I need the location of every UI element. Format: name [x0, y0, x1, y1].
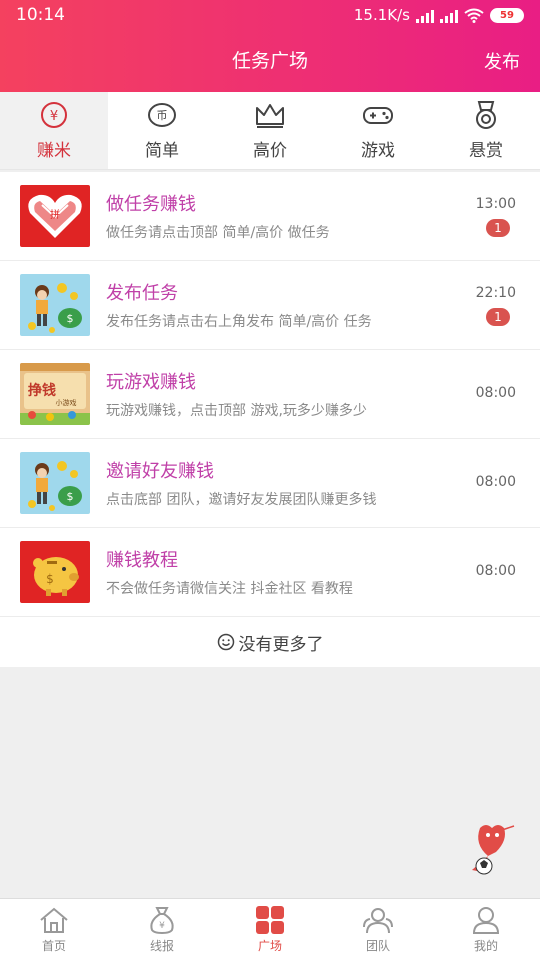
nav-home[interactable]: 首页	[0, 899, 108, 960]
svg-text:$: $	[46, 572, 54, 586]
task-time: 13:00	[475, 196, 516, 212]
nav-label: 线报	[149, 939, 174, 953]
task-title: 玩游戏赚钱	[106, 372, 196, 393]
category-tabs: ¥ 赚米 币 简单 高价 游戏 悬赏	[0, 92, 540, 170]
bottom-nav: 首页 ¥ 线报 广场 团队 我的	[0, 898, 540, 960]
nav-team[interactable]: 团队	[324, 899, 432, 960]
task-time: 08:00	[475, 474, 516, 490]
tab-label: 赚米	[37, 141, 71, 161]
tab-reward[interactable]: 悬赏	[432, 92, 540, 169]
task-item[interactable]: 拼 做任务赚钱 做任务请点击顶部 简单/高价 做任务 13:00 1	[0, 172, 540, 261]
smile-icon	[217, 633, 234, 651]
task-description: 做任务请点击顶部 简单/高价 做任务	[106, 225, 330, 241]
tab-earn[interactable]: ¥ 赚米	[0, 92, 108, 169]
nav-news[interactable]: ¥ 线报	[108, 899, 216, 960]
task-description: 玩游戏赚钱，点击顶部 游戏,玩多少赚多少	[106, 403, 367, 419]
no-more-text: 没有更多了	[238, 634, 324, 655]
nav-label: 团队	[365, 939, 390, 953]
signal-icon	[416, 8, 434, 23]
task-time: 08:00	[475, 385, 516, 401]
page-title: 任务广场	[231, 50, 308, 72]
unread-badge: 1	[486, 308, 510, 326]
team-icon	[363, 908, 393, 934]
gamepad-icon	[363, 107, 393, 124]
no-more-footer: 没有更多了	[0, 617, 540, 667]
yen-circle-icon: ¥	[41, 102, 67, 128]
svg-text:拼: 拼	[50, 208, 60, 221]
nav-square[interactable]: 广场	[216, 899, 324, 960]
task-title: 做任务赚钱	[106, 194, 196, 215]
tab-game[interactable]: 游戏	[324, 92, 432, 169]
task-title: 赚钱教程	[106, 550, 178, 571]
task-description: 不会做任务请微信关注 抖金社区 看教程	[106, 581, 353, 597]
task-item[interactable]: $ 赚钱教程 不会做任务请微信关注 抖金社区 看教程 08:00	[0, 528, 540, 617]
crown-icon	[256, 104, 284, 128]
tab-simple[interactable]: 币 简单	[108, 92, 216, 169]
status-bar: 10:14 15.1K/s 59	[0, 0, 540, 32]
coin-icon: 币	[148, 103, 176, 127]
task-description: 点击底部 团队，邀请好友发展团队赚更多钱	[106, 492, 377, 508]
tab-label: 简单	[145, 141, 179, 161]
task-thumbnail: 挣钱 小游戏	[20, 363, 90, 425]
svg-text:$: $	[67, 490, 74, 503]
task-item[interactable]: $ 发布任务 发布任务请点击右上角发布 简单/高价 任务 22:10 1	[0, 261, 540, 350]
status-icons: 15.1K/s 59	[354, 6, 524, 24]
network-speed: 15.1K/s	[353, 6, 410, 24]
unread-badge: 1	[486, 219, 510, 237]
nav-label: 首页	[41, 939, 66, 953]
medal-icon	[476, 101, 496, 129]
task-item[interactable]: $ 邀请好友赚钱 点击底部 团队，邀请好友发展团队赚更多钱 08:00	[0, 439, 540, 528]
task-description: 发布任务请点击右上角发布 简单/高价 任务	[106, 314, 372, 330]
task-item[interactable]: 挣钱 小游戏 玩游戏赚钱 玩游戏赚钱，点击顶部 游戏,玩多少赚多少 08:00	[0, 350, 540, 439]
task-thumbnail: $	[20, 452, 90, 514]
tab-label: 悬赏	[469, 141, 503, 161]
task-list: 拼 做任务赚钱 做任务请点击顶部 简单/高价 做任务 13:00 1 $ 发布任…	[0, 172, 540, 667]
task-time: 08:00	[475, 563, 516, 579]
mascot-float-icon[interactable]	[462, 822, 522, 878]
nav-label: 广场	[257, 939, 282, 953]
home-icon	[40, 907, 68, 933]
svg-text:$: $	[67, 312, 74, 325]
nav-mine[interactable]: 我的	[432, 899, 540, 960]
signal-icon	[440, 8, 458, 23]
task-title: 邀请好友赚钱	[106, 461, 214, 482]
svg-text:币: 币	[157, 109, 168, 122]
task-time: 22:10	[475, 285, 516, 301]
task-thumbnail: 拼	[20, 185, 90, 247]
publish-button[interactable]: 发布	[484, 48, 520, 74]
wifi-icon	[464, 8, 484, 23]
battery-icon: 59	[490, 7, 524, 23]
svg-text:¥: ¥	[50, 109, 58, 124]
money-bag-icon: ¥	[150, 907, 174, 935]
task-title: 发布任务	[106, 283, 178, 304]
svg-text:¥: ¥	[159, 921, 165, 931]
tab-label: 游戏	[361, 141, 395, 161]
thumb-text: 挣钱	[28, 382, 56, 399]
task-thumbnail: $	[20, 274, 90, 336]
grid-icon	[256, 906, 284, 934]
tab-high-price[interactable]: 高价	[216, 92, 324, 169]
clock: 10:14	[16, 5, 65, 25]
nav-label: 我的	[473, 939, 498, 953]
svg-text:小游戏: 小游戏	[56, 398, 77, 407]
top-header: 10:14 15.1K/s 59 任务广场 发布	[0, 0, 540, 92]
tab-label: 高价	[253, 141, 287, 161]
task-thumbnail: $	[20, 541, 90, 603]
user-icon	[472, 907, 500, 934]
